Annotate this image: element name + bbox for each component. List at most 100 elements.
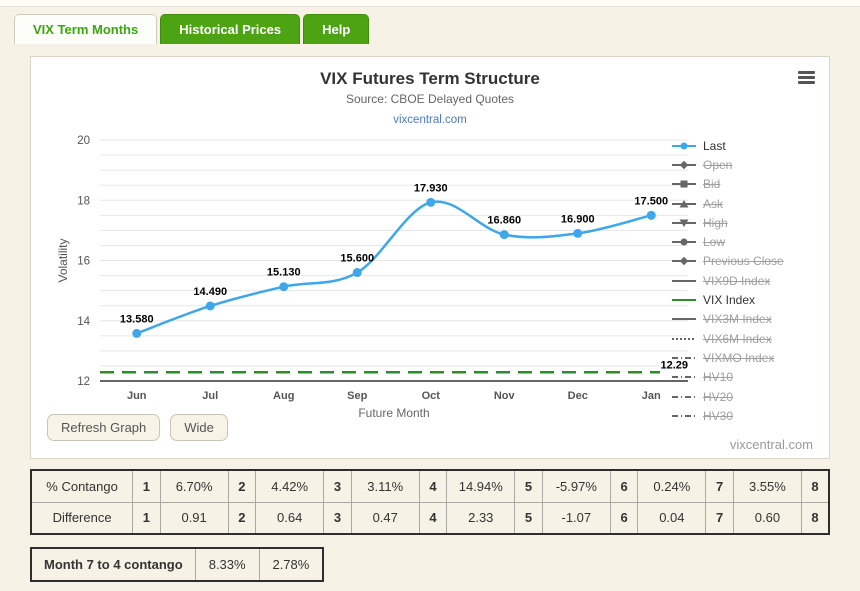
legend-label: Ask: [703, 196, 724, 211]
value-cell: -5.97%: [541, 469, 611, 503]
legend-item-vix6m-index[interactable]: VIX6M Index: [671, 329, 819, 348]
refresh-graph-button[interactable]: Refresh Graph: [47, 414, 161, 441]
legend-marker-icon: [672, 299, 696, 302]
month-index-cell: 6: [609, 501, 639, 535]
data-point[interactable]: [205, 301, 215, 311]
legend-label: Bid: [703, 177, 721, 192]
month-index-cell: 7: [705, 469, 734, 503]
legend-marker-icon: [672, 219, 696, 227]
legend-item-low[interactable]: Low: [671, 232, 819, 251]
data-point-label: 14.490: [193, 286, 227, 298]
legend-marker-icon: [672, 142, 696, 150]
legend-item-vix-index[interactable]: VIX Index: [671, 290, 819, 309]
legend-label: Previous Close: [703, 254, 784, 269]
y-axis-title: Volatility: [56, 238, 70, 282]
legend-marker-icon: [672, 376, 696, 379]
export-menu-icon[interactable]: [798, 71, 815, 86]
svg-text:12: 12: [77, 376, 90, 388]
value-cell: 0.64: [255, 501, 325, 535]
legend-item-ask[interactable]: Ask: [671, 194, 819, 213]
summary-table: Month 7 to 4 contango 8.33% 2.78%: [30, 547, 325, 582]
data-point[interactable]: [573, 228, 583, 238]
tab-historical-prices[interactable]: Historical Prices: [160, 14, 301, 44]
legend-label: High: [703, 215, 728, 230]
data-point[interactable]: [499, 230, 509, 240]
contango-table: % Contango 1 6.70% 2 4.42% 3 3.11% 4 14.94% 5 -5.9…: [30, 469, 830, 535]
value-cell: 8.33%: [194, 547, 260, 582]
legend-item-high[interactable]: High: [671, 213, 819, 232]
legend-marker-icon: [672, 199, 696, 208]
legend-item-hv20[interactable]: HV20: [671, 387, 819, 406]
legend-item-vix3m-index[interactable]: VIX3M Index: [671, 310, 819, 329]
data-point-label: 17.930: [414, 182, 448, 194]
legend-item-hv30[interactable]: HV30: [671, 406, 819, 425]
month-index-cell: 2: [227, 501, 257, 535]
x-tick-label: Jul: [202, 390, 218, 402]
legend-marker-icon: [672, 414, 696, 417]
legend-marker-icon: [672, 238, 696, 246]
svg-text:18: 18: [77, 195, 90, 207]
tab-bar: VIX Term Months Historical Prices Help: [14, 13, 860, 44]
value-cell: 0.04: [637, 501, 707, 535]
legend-marker-icon: [672, 337, 696, 340]
month-index-cell: 6: [609, 469, 639, 503]
month-index-cell: 4: [418, 469, 448, 503]
legend-item-last[interactable]: Last: [671, 136, 819, 155]
month-index-cell: 3: [323, 469, 352, 503]
legend-label: VIX9D Index: [703, 273, 771, 288]
tab-vix-term-months[interactable]: VIX Term Months: [14, 14, 158, 44]
legend-item-vixmo-index[interactable]: VIXMO Index: [671, 348, 819, 367]
legend-marker-icon: [672, 356, 696, 359]
value-cell: 14.94%: [446, 469, 516, 503]
x-tick-label: Oct: [422, 390, 441, 402]
legend-label: HV30: [703, 408, 734, 423]
legend-item-open[interactable]: Open: [671, 155, 819, 174]
x-axis-title: Future Month: [358, 406, 429, 420]
legend-item-vix9d-index[interactable]: VIX9D Index: [671, 271, 819, 290]
data-point-label: 13.580: [120, 313, 154, 325]
table-row: % Contango 1 6.70% 2 4.42% 3 3.11% 4 14.94% 5 -5.9…: [30, 469, 830, 503]
svg-text:16: 16: [77, 256, 90, 268]
row-label: % Contango: [30, 469, 134, 503]
data-point[interactable]: [132, 328, 142, 338]
legend-marker-icon: [672, 395, 696, 398]
data-point[interactable]: [352, 268, 362, 278]
value-cell: 2.33: [446, 501, 516, 535]
data-point-label: 16.860: [487, 215, 521, 227]
month-index-cell: 7: [705, 501, 734, 535]
data-point[interactable]: [646, 210, 656, 220]
table-row: Difference 1 0.91 2 0.64 3 0.47 4 2.33 5 -1.07 6 0.0…: [30, 501, 830, 535]
vixcentral-link[interactable]: vixcentral.com: [31, 114, 829, 126]
value-cell: 0.24%: [637, 469, 707, 503]
watermark: vixcentral.com: [729, 437, 813, 452]
legend-item-previous-close[interactable]: Previous Close: [671, 252, 819, 271]
data-point[interactable]: [279, 282, 289, 292]
tab-help[interactable]: Help: [303, 14, 370, 44]
legend-label: Low: [703, 235, 726, 250]
legend-label: Last: [703, 138, 726, 153]
legend-label: VIX3M Index: [703, 312, 772, 327]
row-label: Difference: [30, 501, 134, 535]
x-tick-label: Jun: [127, 390, 147, 402]
legend-item-hv10[interactable]: HV10: [671, 368, 819, 387]
legend-label: HV20: [703, 389, 734, 404]
month-index-cell: 3: [323, 501, 352, 535]
wide-button[interactable]: Wide: [170, 414, 228, 441]
legend-item-bid[interactable]: Bid: [671, 175, 819, 194]
legend-label: VIXMO Index: [703, 350, 775, 365]
month-index-cell: 1: [132, 469, 161, 503]
value-cell: 2.78%: [258, 547, 324, 582]
value-cell: 4.42%: [255, 469, 325, 503]
table-row: Month 7 to 4 contango 8.33% 2.78%: [30, 547, 324, 582]
data-point[interactable]: [426, 197, 436, 207]
svg-text:14: 14: [77, 316, 90, 328]
month-index-cell: 5: [514, 501, 543, 535]
x-tick-label: Sep: [347, 390, 367, 402]
chart-subtitle: Source: CBOE Delayed Quotes: [345, 92, 515, 106]
legend-label: HV10: [703, 370, 734, 385]
legend-label: VIX6M Index: [703, 331, 772, 346]
top-strip: [0, 0, 860, 7]
value-cell: 0.91: [159, 501, 229, 535]
svg-text:20: 20: [77, 135, 90, 147]
chart-legend: Last Open Bid Ask High Low Previous Close VIX9D…: [671, 136, 819, 425]
